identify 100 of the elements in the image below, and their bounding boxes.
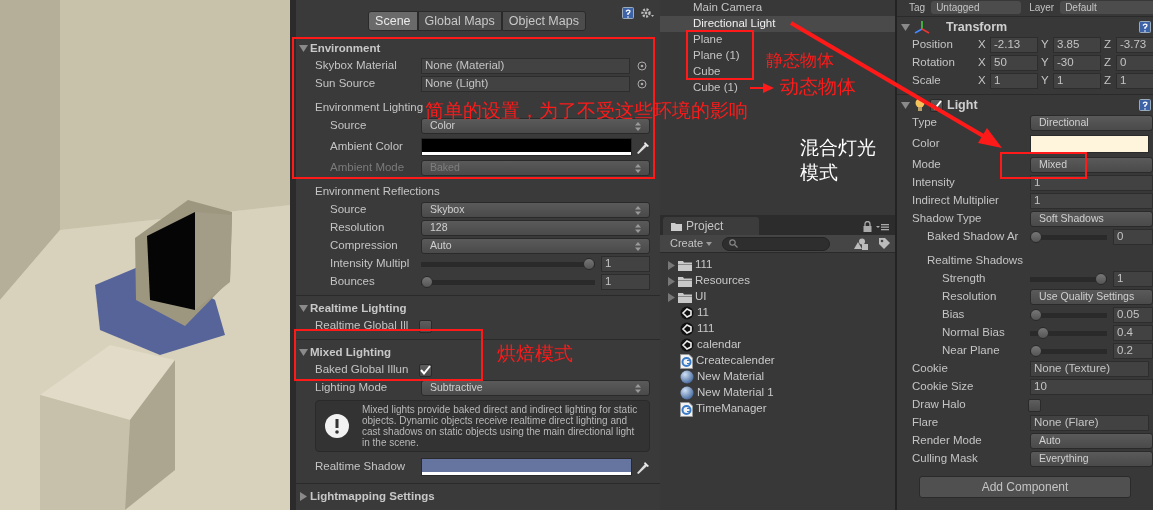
help-icon [1139,99,1151,111]
number-field[interactable]: 1 [1116,73,1153,89]
number-field[interactable]: 0.2 [1113,343,1153,359]
hierarchy-item[interactable]: Cube [660,64,723,80]
section-title[interactable]: Mixed Lighting [310,343,392,362]
dropdown[interactable]: Use Quality Settings [1030,289,1153,305]
add-component-button[interactable]: Add Component [919,476,1131,498]
object-field[interactable]: None (Light) [421,76,630,92]
asset-name[interactable]: 11 [697,304,709,322]
annotation-text: 烘焙模式 [497,344,573,363]
property-label: Strength [941,271,987,287]
eyedropper-icon [634,139,650,155]
number-field[interactable]: 0 [1113,229,1153,245]
tab[interactable]: Global Maps [417,11,502,31]
section-title[interactable]: Realtime Lighting [310,299,407,318]
property-label: Baked Shadow Ar [926,229,1020,245]
dropdown[interactable]: Auto [1030,433,1153,449]
tab[interactable]: Scene [368,11,418,31]
dropdown[interactable]: Subtractive [421,380,650,396]
checkbox[interactable] [1028,398,1041,412]
create-button[interactable]: Create [670,235,713,252]
hierarchy-item[interactable]: Main Camera [660,0,765,16]
asset-name[interactable]: UI [695,288,707,306]
target-picker-icon [634,79,650,89]
property-label: Indirect Multiplier [912,193,1000,209]
layer-dropdown[interactable]: Default [1060,0,1153,14]
number-field[interactable]: 0.05 [1113,307,1153,323]
number-field[interactable]: 1 [1030,193,1153,209]
object-field[interactable]: None (Flare) [1030,415,1149,431]
number-field[interactable]: 1 [1113,271,1153,287]
dropdown-arrows-icon [635,121,641,131]
hierarchy-item[interactable]: Cube (1) [660,80,740,96]
component-title[interactable]: Transform [946,17,1008,37]
dropdown-arrows-icon [635,383,641,393]
asset-name[interactable]: TimeManager [696,400,767,418]
number-field[interactable]: 10 [1030,379,1153,395]
property-label: Baked Global Illun [315,362,410,378]
asset-name[interactable]: 111 [695,256,713,274]
number-field[interactable]: 1 [601,274,650,290]
checkbox[interactable] [419,363,432,377]
property-label: Source [329,118,368,134]
axis-label: Z [1104,37,1113,53]
property-label: Rotation [912,55,956,71]
hierarchy-item[interactable]: Plane (1) [660,48,742,64]
object-field[interactable]: None (Material) [421,58,630,74]
dropdown[interactable]: Mixed [1030,157,1153,173]
asset-name[interactable]: New Material 1 [697,384,774,402]
tab[interactable]: Object Maps [501,11,586,31]
property-label: Source [329,202,368,218]
number-field[interactable]: -30 [1053,55,1101,71]
number-field[interactable]: -2.13 [990,37,1038,53]
color-swatch[interactable] [1030,135,1149,153]
property-label: Resolution [329,220,386,236]
dropdown[interactable]: Soft Shadows [1030,211,1153,227]
dropdown-arrows-icon [635,163,641,173]
warning-icon [324,413,350,439]
panel-tab[interactable]: Project [663,217,759,235]
number-field[interactable]: 0 [1116,55,1153,71]
number-field[interactable]: -3.73 [1116,37,1153,53]
tag-dropdown[interactable]: Untagged [931,0,1022,14]
hierarchy-item[interactable]: Directional Light [660,16,895,32]
folder-icon [678,275,692,287]
property-label: Color [912,136,941,152]
object-field[interactable]: None (Texture) [1030,361,1149,377]
color-swatch[interactable] [421,138,632,156]
search-field[interactable] [722,236,831,251]
axis-label: Z [1104,73,1113,89]
property-label: Bias [941,307,966,323]
property-label: Realtime Shadows [926,253,1023,269]
property-label: Intensity Multipl [329,256,411,272]
number-field[interactable]: 3.85 [1053,37,1101,53]
number-field[interactable]: 50 [990,55,1038,71]
component-title[interactable]: Light [947,95,978,115]
dropdown[interactable]: Auto [421,238,650,254]
property-label: Type [912,115,938,131]
section-title[interactable]: Environment [310,39,381,58]
number-field[interactable]: 1 [1053,73,1101,89]
asset-name[interactable]: Createcalender [696,352,775,370]
number-field[interactable]: 1 [990,73,1038,89]
folder-icon [671,221,682,231]
axis-label: Y [1041,55,1050,71]
number-field[interactable]: 1 [601,256,650,272]
hierarchy-item[interactable]: Plane [660,32,725,48]
dropdown[interactable]: Skybox [421,202,650,218]
number-field[interactable]: 0.4 [1113,325,1153,341]
property-label: Bounces [329,274,376,290]
asset-name[interactable]: calendar [697,336,742,354]
asset-name[interactable]: New Material [697,368,765,386]
dropdown[interactable]: 128 [421,220,650,236]
dropdown[interactable]: Everything [1030,451,1153,467]
property-label: Intensity [912,175,956,191]
asset-name[interactable]: Resources [695,272,750,290]
axis-label: X [978,73,987,89]
color-swatch[interactable] [421,458,632,476]
shapes-icon [854,237,868,250]
property-label: Environment Lighting [315,100,424,116]
asset-name[interactable]: 111 [697,320,715,338]
info-text: Mixed lights provide baked direct and indirect lighting for static objects. Dynamic objects receive realtime direct lighting and cast shadows on static objects using the main directional light in the scene. [362,404,639,448]
dropdown[interactable]: Directional [1030,115,1153,131]
section-title[interactable]: Lightmapping Settings [310,487,435,506]
